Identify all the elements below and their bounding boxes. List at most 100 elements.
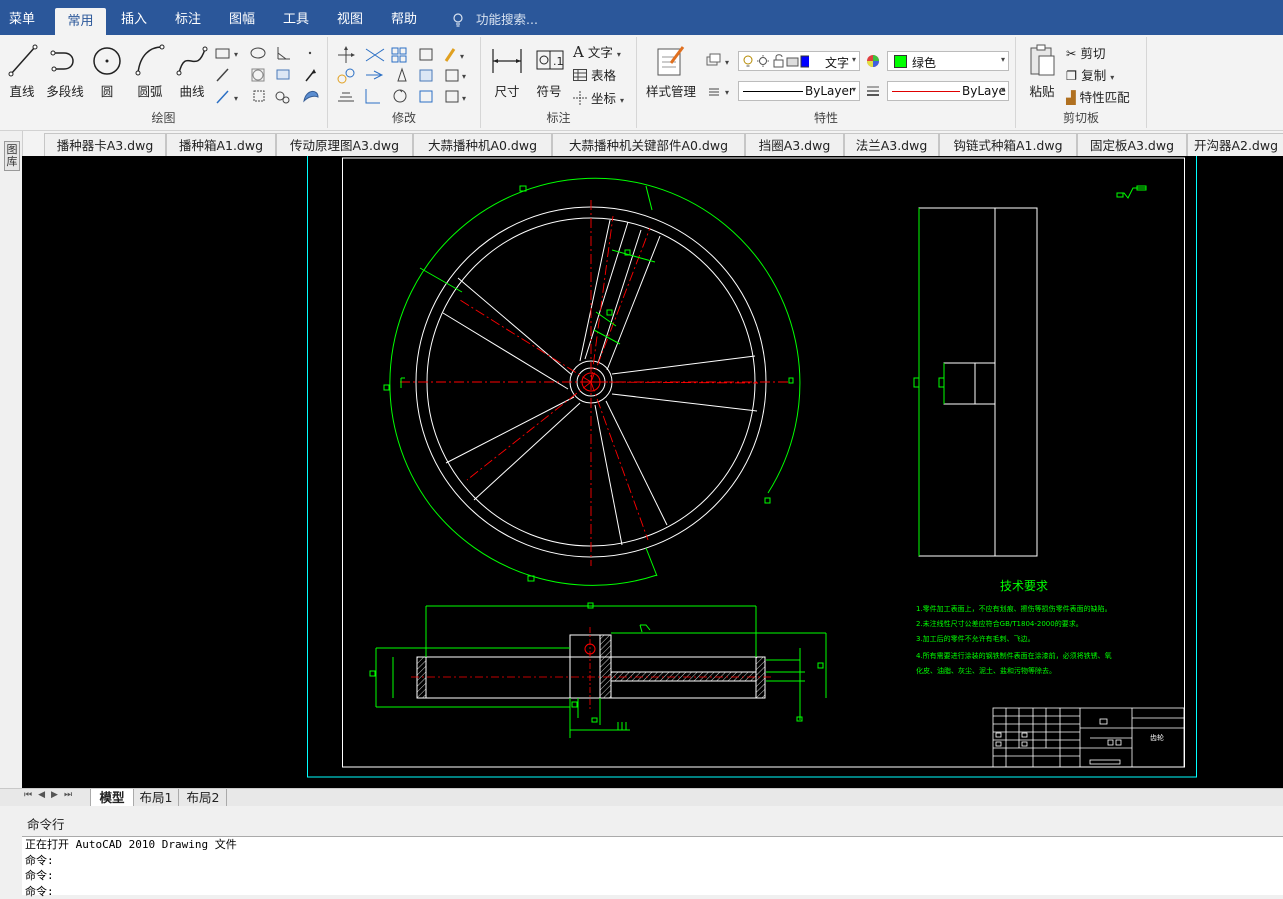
command-line: 正在打开 AutoCAD 2010 Drawing 文件 [25,837,1283,853]
arc-button[interactable]: 圆弧 [130,41,170,101]
polyline-button[interactable]: 多段线 [42,41,88,101]
coordinate-icon [573,91,587,105]
title-block-name: 齿轮 [1150,733,1164,742]
group-properties-title: 特性 [637,109,1015,126]
svg-text:.1: .1 [553,55,564,68]
doc-tab[interactable]: 开沟器A2.dwg [1187,133,1283,156]
color-swatch [894,55,907,68]
command-line: 命令: [25,868,1283,884]
style-manager-button[interactable]: 样式管理 [641,41,701,101]
layout-nav-arrows[interactable]: ⏮◀▶⏭ [24,790,78,800]
match-properties-button[interactable]: ▟ 特性匹配 [1066,87,1130,106]
drawing-canvas[interactable]: 技术要求 1.零件加工表面上，不应有划痕、擦伤等损伤零件表面的缺陷。 2.未注线… [22,156,1283,788]
group-annotate-title: 标注 [481,109,636,126]
doc-tab[interactable]: 钩链式种箱A1.dwg [939,133,1077,156]
doc-tab[interactable]: 传动原理图A3.dwg [276,133,413,156]
color-combo[interactable]: 绿色▾ [887,51,1009,71]
dimension-button[interactable]: 尺寸 [485,41,529,101]
tech-req-line: 1.零件加工表面上，不应有划痕、擦伤等损伤零件表面的缺陷。 [916,604,1112,613]
cut-button[interactable]: ✂ 剪切 [1066,43,1105,62]
linetype-preview [743,91,803,92]
svg-text:▾: ▾ [725,88,729,97]
line-button[interactable]: 直线 [2,41,42,101]
doc-tab[interactable]: 固定板A3.dwg [1077,133,1187,156]
doc-tab[interactable]: 法兰A3.dwg [844,133,939,156]
table-icon [573,69,587,81]
paste-icon [1028,43,1058,77]
left-strip: 图库 [0,131,23,788]
menu-bar: 菜单 常用 插入 标注 图幅 工具 视图 帮助 功能搜索... [0,0,1283,35]
doc-tab[interactable]: 大蒜播种机A0.dwg [413,133,552,156]
dimension-icon [491,45,523,75]
ribbon: 直线 多段线 圆 圆弧 曲线 ▾ ▾ [0,35,1283,131]
coordinate-button[interactable]: 坐标 ▾ [573,88,624,107]
copy-icon: ❐ [1066,68,1077,83]
text-button[interactable]: A 文字 ▾ [573,42,621,61]
polyline-icon [50,43,80,77]
group-annotate: 尺寸 .1 符号 A 文字 ▾ 表格 坐标 ▾ 标注 [481,37,637,128]
group-clipboard: 粘贴 ✂ 剪切 ❐ 复制 ▾ ▟ 特性匹配 剪切板 [1016,37,1147,128]
brush-icon: ▟ [1066,90,1076,105]
layer-tools[interactable]: ▾▾ [705,53,735,99]
line-icon [8,43,38,77]
svg-text:▾: ▾ [234,50,238,59]
svg-text:▾: ▾ [234,94,238,103]
svg-text:▾: ▾ [462,72,466,81]
linetype-combo[interactable]: ByLayer▾ [738,81,860,101]
menu-caidan[interactable]: 菜单 [0,0,44,35]
command-history[interactable]: 正在打开 AutoCAD 2010 Drawing 文件 命令: 命令: 命令: [22,836,1283,895]
curve-button[interactable]: 曲线 [172,41,212,101]
doc-tab[interactable]: 挡圈A3.dwg [745,133,844,156]
layer-state-icons [741,54,809,69]
layout-tab-2[interactable]: 布局2 [180,789,227,806]
symbol-button[interactable]: .1 符号 [529,41,569,101]
layout-tab-model[interactable]: 模型 [90,789,134,807]
group-properties: 样式管理 ▾▾ 文字▾ 绿色▾ ByLayer▾ ByLaye▾ 特性 [637,37,1016,128]
library-panel-tab[interactable]: 图库 [4,141,20,171]
group-draw-title: 绘图 [0,109,327,126]
tech-req-line: 2.未注线性尺寸公差应符合GB/T1804-2000的要求。 [916,619,1083,628]
svg-text:▾: ▾ [462,94,466,103]
color-wheel-icon[interactable] [866,54,880,68]
svg-text:▾: ▾ [725,58,729,67]
menu-biaozhu[interactable]: 标注 [166,0,210,35]
menu-gongju[interactable]: 工具 [274,0,318,35]
tech-req-line: 4.所有需要进行涂装的钢铁制件表面在涂漆前，必须将铁锈、氧 [916,651,1112,660]
command-line: 命令: [25,853,1283,869]
circle-button[interactable]: 圆 [90,41,124,101]
function-search[interactable]: 功能搜索... [476,0,538,35]
layout-tab-1[interactable]: 布局1 [134,789,179,806]
menu-tufu[interactable]: 图幅 [220,0,264,35]
group-modify: ▾ ▾ ▾ 修改 [328,37,481,128]
draw-small-tools[interactable]: ▾ ▾ [214,45,324,107]
section-view [370,603,826,738]
modify-tools[interactable]: ▾ ▾ ▾ [336,45,476,107]
tech-req-title: 技术要求 [1000,579,1048,593]
doc-tab[interactable]: 播种器卡A3.dwg [44,133,166,156]
style-manager-icon [655,43,687,77]
table-button[interactable]: 表格 [573,65,616,84]
lineweight-combo[interactable]: ByLaye▾ [887,81,1009,101]
lineweight-icon[interactable] [866,85,880,97]
menu-charu[interactable]: 插入 [112,0,156,35]
tech-req-line: 3.加工后的零件不允许有毛刺、飞边。 [916,634,1035,643]
lightbulb-icon [452,12,464,31]
layer-combo[interactable]: 文字▾ [738,51,860,71]
command-title: 命令行 [27,814,65,833]
symbol-icon: .1 [535,45,565,75]
menu-bangzhu[interactable]: 帮助 [382,0,426,35]
command-header: 命令行 [0,806,1283,836]
sheet-border [308,156,1197,777]
doc-tab[interactable]: 大蒜播种机关键部件A0.dwg [552,133,745,156]
doc-tab[interactable]: 播种箱A1.dwg [166,133,276,156]
spline-icon [176,43,208,77]
group-clipboard-title: 剪切板 [1016,109,1146,126]
paste-button[interactable]: 粘贴 [1022,41,1062,101]
menu-shitu[interactable]: 视图 [328,0,372,35]
lineweight-preview [892,91,960,92]
side-view [914,186,1146,556]
copy-button[interactable]: ❐ 复制 ▾ [1066,65,1114,84]
arc-icon [134,43,166,77]
drawing-svg: 技术要求 1.零件加工表面上，不应有划痕、擦伤等损伤零件表面的缺陷。 2.未注线… [22,156,1283,788]
menu-changyong[interactable]: 常用 [55,8,106,35]
